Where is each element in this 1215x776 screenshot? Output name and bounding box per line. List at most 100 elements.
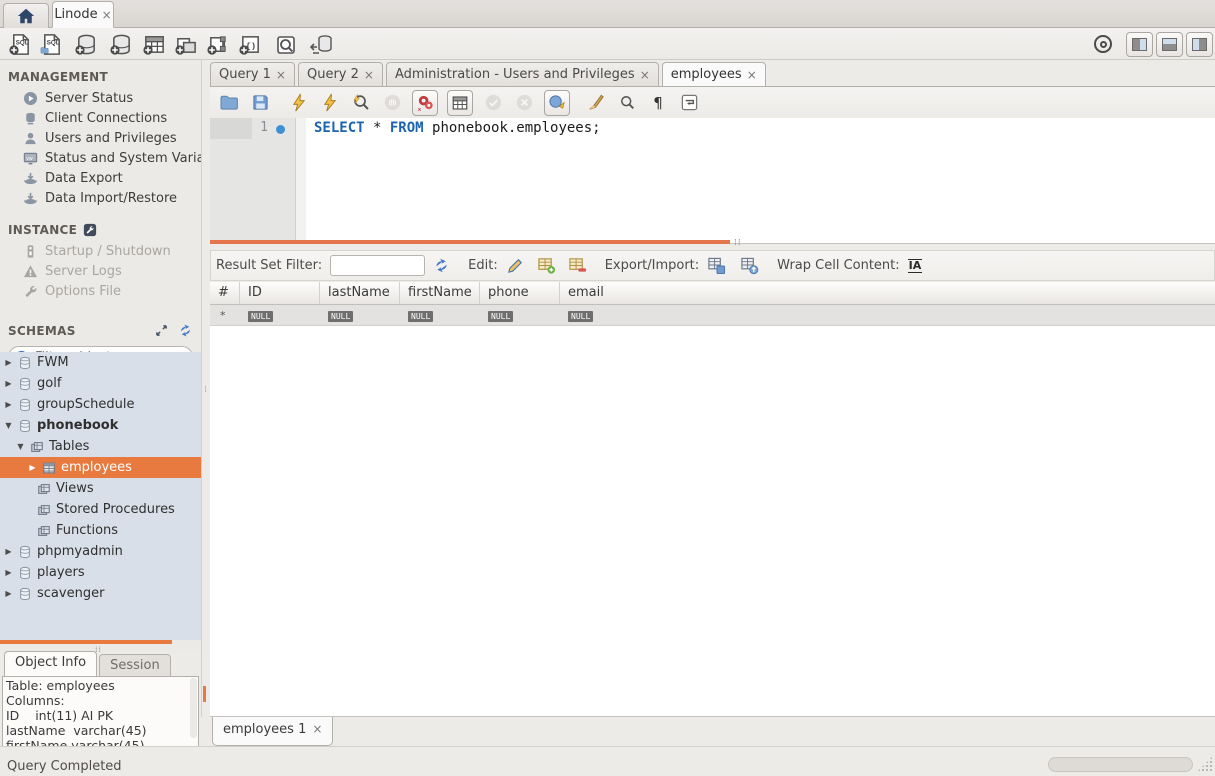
result-grid-body[interactable] [210, 326, 1215, 717]
toggle-left-sidebar-button[interactable] [1126, 32, 1153, 57]
schema-node-players[interactable]: ▶players [0, 562, 201, 583]
sidebar-item-data-import[interactable]: Data Import/Restore [0, 188, 201, 208]
save-script-button[interactable] [249, 92, 271, 114]
explain-button[interactable] [350, 92, 372, 114]
horizontal-scrollbar[interactable] [1048, 757, 1193, 772]
column-header-email[interactable]: email [560, 282, 1215, 304]
close-icon[interactable]: × [312, 722, 322, 745]
chevron-right-icon[interactable]: ▶ [4, 547, 13, 556]
tree-node-functions[interactable]: Functions [0, 520, 201, 541]
close-icon[interactable]: × [276, 68, 286, 82]
null-value-badge[interactable]: NULL [568, 311, 593, 322]
tree-node-employees[interactable]: ▶employees [0, 457, 201, 478]
splitter-grip[interactable]: ⁞ [204, 385, 207, 395]
find-button[interactable] [616, 92, 638, 114]
tab-query-2[interactable]: Query 2× [298, 62, 383, 87]
tab-object-info[interactable]: Object Info [4, 651, 97, 676]
wrap-cell-content-icon[interactable]: IA [908, 259, 923, 273]
toggle-bottom-panel-button[interactable] [1156, 32, 1183, 57]
chevron-right-icon[interactable]: ▶ [4, 358, 13, 367]
schema-node-phonebook[interactable]: ▼phonebook [0, 415, 201, 436]
column-header-rownum[interactable]: # [210, 282, 240, 304]
resize-grip-icon[interactable] [1197, 756, 1213, 772]
column-header-firstname[interactable]: firstName [400, 282, 480, 304]
close-icon[interactable]: × [747, 68, 757, 82]
sidebar-item-client-connections[interactable]: Client Connections [0, 108, 201, 128]
sidebar-item-system-variables[interactable]: Status and System Variables [0, 148, 201, 168]
tab-administration[interactable]: Administration - Users and Privileges× [386, 62, 659, 87]
sidebar-item-server-status[interactable]: Server Status [0, 88, 201, 108]
create-view-button[interactable] [173, 32, 199, 57]
sql-editor[interactable]: 1 SELECT * FROM phonebook.employees; [210, 118, 1215, 243]
chevron-right-icon[interactable]: ▶ [4, 589, 13, 598]
export-recordset-icon[interactable] [707, 256, 726, 275]
object-info-scrollbar[interactable] [190, 678, 197, 738]
close-icon[interactable]: × [102, 8, 112, 22]
column-header-phone[interactable]: phone [480, 282, 560, 304]
toggle-right-sidebar-button[interactable] [1186, 32, 1213, 57]
connection-tab[interactable]: Linode × [52, 1, 114, 28]
tree-node-views[interactable]: Views [0, 478, 201, 499]
splitter-grip[interactable]: ⁞⁞ [734, 238, 742, 248]
invisible-chars-button[interactable]: ¶ [647, 92, 669, 114]
sidebar-splitter[interactable] [0, 640, 172, 644]
delete-row-icon[interactable] [568, 256, 587, 275]
refresh-schemas-icon[interactable] [178, 323, 193, 338]
import-records-icon[interactable] [740, 256, 759, 275]
add-row-icon[interactable] [537, 256, 556, 275]
open-sql-script-button[interactable] [38, 32, 64, 57]
expand-schemas-icon[interactable] [155, 324, 168, 337]
schema-node-scavenger[interactable]: ▶scavenger [0, 583, 201, 604]
sidebar-item-users-privileges[interactable]: Users and Privileges [0, 128, 201, 148]
create-table-button[interactable] [141, 32, 167, 57]
chevron-right-icon[interactable]: ▶ [4, 568, 13, 577]
autocommit-toggle[interactable] [544, 90, 570, 116]
chevron-down-icon[interactable]: ▼ [4, 421, 13, 430]
result-set-tab[interactable]: employees 1 × [212, 717, 333, 746]
stop-on-error-toggle[interactable] [412, 90, 438, 116]
create-function-button[interactable] [237, 32, 263, 57]
tree-node-tables[interactable]: ▼Tables [0, 436, 201, 457]
chevron-right-icon[interactable]: ▶ [4, 379, 13, 388]
chevron-down-icon[interactable]: ▼ [16, 442, 25, 451]
refresh-icon[interactable] [433, 257, 450, 274]
sidebar-item-startup-shutdown[interactable]: Startup / Shutdown [0, 241, 201, 261]
edit-record-icon[interactable] [506, 256, 525, 275]
create-schema-button[interactable] [108, 32, 134, 57]
vertical-splitter[interactable]: ⁞ [201, 60, 210, 717]
instance-config-icon[interactable] [83, 223, 97, 237]
tab-employees[interactable]: employees× [662, 62, 766, 87]
table-row-new[interactable]: * NULL NULL NULL NULL NULL [210, 305, 1215, 326]
execute-current-button[interactable] [319, 92, 341, 114]
beautify-button[interactable] [585, 92, 607, 114]
schema-inspector-button[interactable] [73, 32, 99, 57]
schema-node-phpmyadmin[interactable]: ▶phpmyadmin [0, 541, 201, 562]
schema-node-golf[interactable]: ▶golf [0, 373, 201, 394]
tab-session[interactable]: Session [99, 654, 171, 676]
wrap-text-button[interactable] [678, 92, 700, 114]
sidebar-item-data-export[interactable]: Data Export [0, 168, 201, 188]
null-value-badge[interactable]: NULL [328, 311, 353, 322]
sidebar-item-server-logs[interactable]: Server Logs [0, 261, 201, 281]
limit-rows-toggle[interactable] [447, 90, 473, 116]
new-query-tab-button[interactable] [7, 32, 33, 57]
sidebar-item-options-file[interactable]: Options File [0, 281, 201, 301]
search-table-data-button[interactable] [273, 32, 299, 57]
activity-indicator-icon[interactable] [1094, 35, 1112, 53]
close-icon[interactable]: × [640, 68, 650, 82]
chevron-right-icon[interactable]: ▶ [28, 463, 37, 472]
close-icon[interactable]: × [364, 68, 374, 82]
column-header-id[interactable]: ID [240, 282, 320, 304]
null-value-badge[interactable]: NULL [488, 311, 513, 322]
execute-button[interactable] [288, 92, 310, 114]
schema-node-fwm[interactable]: ▶FWM [0, 352, 201, 373]
null-value-badge[interactable]: NULL [408, 311, 433, 322]
column-header-lastname[interactable]: lastName [320, 282, 400, 304]
tree-node-stored-procedures[interactable]: Stored Procedures [0, 499, 201, 520]
create-procedure-button[interactable] [205, 32, 231, 57]
schema-node-groupschedule[interactable]: ▶groupSchedule [0, 394, 201, 415]
home-tab[interactable] [3, 3, 49, 28]
result-filter-input[interactable] [330, 255, 425, 276]
null-value-badge[interactable]: NULL [248, 311, 273, 322]
open-file-button[interactable] [218, 92, 240, 114]
